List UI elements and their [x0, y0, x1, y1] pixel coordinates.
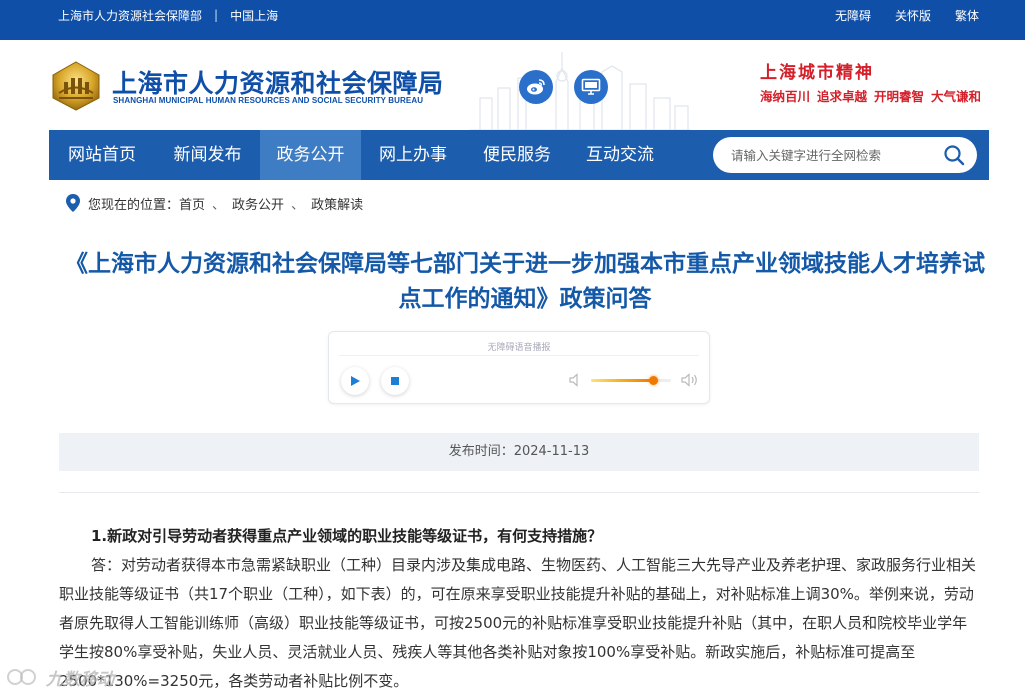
- breadcrumb-prefix: 您现在的位置：: [88, 197, 180, 213]
- breadcrumb-government-affairs[interactable]: 政务公开: [232, 194, 284, 213]
- stop-button[interactable]: [381, 367, 409, 395]
- city-spirit-word: 海纳百川: [760, 89, 811, 104]
- player-label: 无障碍语音播报: [487, 343, 551, 353]
- city-spirit-word: 开明睿智: [874, 89, 925, 104]
- emblem-icon: [52, 61, 100, 111]
- volume-high-icon[interactable]: [681, 373, 699, 387]
- publish-date: 发布时间：2024-11-13: [59, 433, 979, 471]
- search-icon[interactable]: [943, 144, 965, 166]
- mobile-site-button[interactable]: [574, 70, 608, 104]
- nav-item-public-services[interactable]: 便民服务: [465, 130, 569, 180]
- watermark-logo-icon: [7, 669, 36, 685]
- monitor-icon: [581, 78, 601, 95]
- watermark-text: 九数移动: [46, 669, 114, 690]
- city-spirit-word: 大气谦和: [931, 89, 982, 104]
- answer-paragraph: 答：对劳动者获得本市急需紧缺职业（工种）目录内涉及集成电路、生物医药、人工智能三…: [59, 556, 977, 690]
- audio-player: 无障碍语音播报: [328, 331, 710, 404]
- breadcrumb-separator: 、: [212, 197, 226, 213]
- content-divider: [59, 492, 979, 493]
- site-header: 上海市人力资源和社会保障局 SHANGHAI MUNICIPAL HUMAN R…: [0, 40, 1025, 130]
- city-spirit-words: 海纳百川 追求卓越 开明睿智 大气谦和: [760, 86, 988, 105]
- main-nav: 网站首页 新闻发布 政务公开 网上办事 便民服务 互动交流: [49, 130, 989, 180]
- city-spirit-title: 上海城市精神: [760, 63, 874, 83]
- article-body: 1.新政对引导劳动者获得重点产业领域的职业技能等级证书，有何支持措施？ 答：对劳…: [59, 522, 979, 694]
- city-spirit-word: 追求卓越: [817, 89, 868, 104]
- top-bar-left: 上海市人力资源社会保障部 | 中国上海: [58, 0, 278, 30]
- page-title: 《上海市人力资源和社会保障局等七部门关于进一步加强本市重点产业领域技能人才培养试…: [65, 251, 985, 312]
- volume-low-icon[interactable]: [569, 373, 583, 387]
- weibo-icon: [527, 79, 545, 95]
- top-bar: 上海市人力资源社会保障部 | 中国上海 无障碍 关怀版 繁体: [0, 0, 1025, 40]
- org-link[interactable]: 上海市人力资源社会保障部: [58, 7, 202, 24]
- volume-handle[interactable]: [648, 376, 658, 385]
- question-heading: 1.新政对引导劳动者获得重点产业领域的职业技能等级证书，有何支持措施？: [91, 527, 603, 545]
- search-box: [713, 137, 977, 173]
- location-pin-icon: [66, 194, 80, 212]
- nav-item-online-services[interactable]: 网上办事: [361, 130, 465, 180]
- nav-item-government-affairs[interactable]: 政务公开: [260, 130, 361, 180]
- breadcrumb-separator: 、: [291, 197, 305, 213]
- traditional-chinese-link[interactable]: 繁体: [955, 7, 979, 24]
- watermark: 九数移动: [6, 660, 156, 694]
- nav-item-news[interactable]: 新闻发布: [155, 130, 260, 180]
- breadcrumb-policy-interpretation[interactable]: 政策解读: [311, 194, 363, 213]
- volume-slider[interactable]: [591, 376, 671, 385]
- site-logo[interactable]: [49, 60, 103, 112]
- play-icon: [351, 376, 360, 386]
- play-button[interactable]: [341, 367, 369, 395]
- volume-fill: [591, 379, 654, 382]
- site-name[interactable]: 上海市人力资源和社会保障局: [112, 64, 444, 100]
- breadcrumb-home[interactable]: 首页: [179, 194, 205, 213]
- top-bar-right: 无障碍 关怀版 繁体: [811, 0, 979, 30]
- breadcrumb: 您现在的位置： 首页 、 政务公开 、 政策解读: [66, 193, 363, 213]
- weibo-button[interactable]: [519, 70, 553, 104]
- elderly-mode-link[interactable]: 关怀版: [895, 7, 931, 24]
- nav-item-home[interactable]: 网站首页: [49, 130, 155, 180]
- top-bar-separator: |: [214, 8, 219, 22]
- stop-icon: [391, 377, 399, 385]
- player-divider: [339, 355, 699, 356]
- search-input[interactable]: [731, 137, 931, 173]
- region-link[interactable]: 中国上海: [230, 7, 278, 24]
- nav-item-interaction[interactable]: 互动交流: [569, 130, 671, 180]
- accessibility-link[interactable]: 无障碍: [835, 7, 871, 24]
- site-name-english: SHANGHAI MUNICIPAL HUMAN RESOURCES AND S…: [113, 96, 424, 105]
